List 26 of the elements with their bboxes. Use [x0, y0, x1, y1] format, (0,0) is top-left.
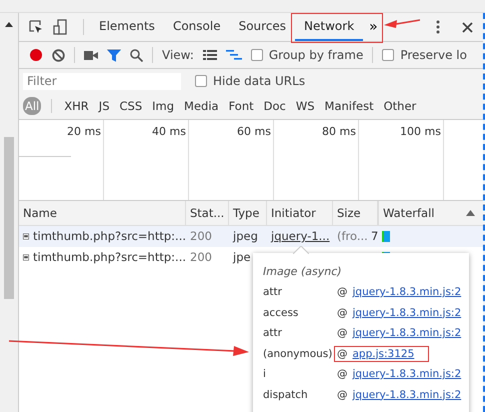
status-code: 200 — [189, 249, 213, 266]
resource-type: jpe — [232, 249, 252, 266]
time-tick: 20 ms — [67, 125, 101, 138]
time-tick: 60 ms — [237, 125, 271, 138]
time-value: 7 — [371, 228, 378, 245]
time-tick: 40 ms — [152, 125, 186, 138]
function-name: i — [263, 368, 267, 380]
function-name: dispatch — [263, 388, 309, 401]
at-sign: @ — [337, 286, 348, 298]
status-code: 200 — [189, 228, 213, 245]
time-tick: 80 ms — [322, 125, 356, 138]
at-sign: @ — [337, 327, 348, 340]
request-name: timthumb.php?src=http:... — [32, 249, 186, 266]
resource-size: (fro... — [337, 228, 368, 245]
at-sign: @ — [337, 348, 348, 360]
view-label: View: — [162, 48, 194, 62]
at-sign: @ — [337, 388, 348, 401]
function-name: attr — [263, 286, 283, 298]
function-name: access — [263, 306, 300, 319]
function-name: attr — [263, 327, 283, 340]
at-sign: @ — [337, 368, 348, 380]
resource-type: jpeg — [232, 228, 259, 245]
request-name: timthumb.php?src=http:... — [32, 228, 186, 245]
function-name: (anonymous) — [263, 348, 334, 360]
time-tick: 100 ms — [400, 125, 441, 138]
at-sign: @ — [337, 306, 348, 319]
